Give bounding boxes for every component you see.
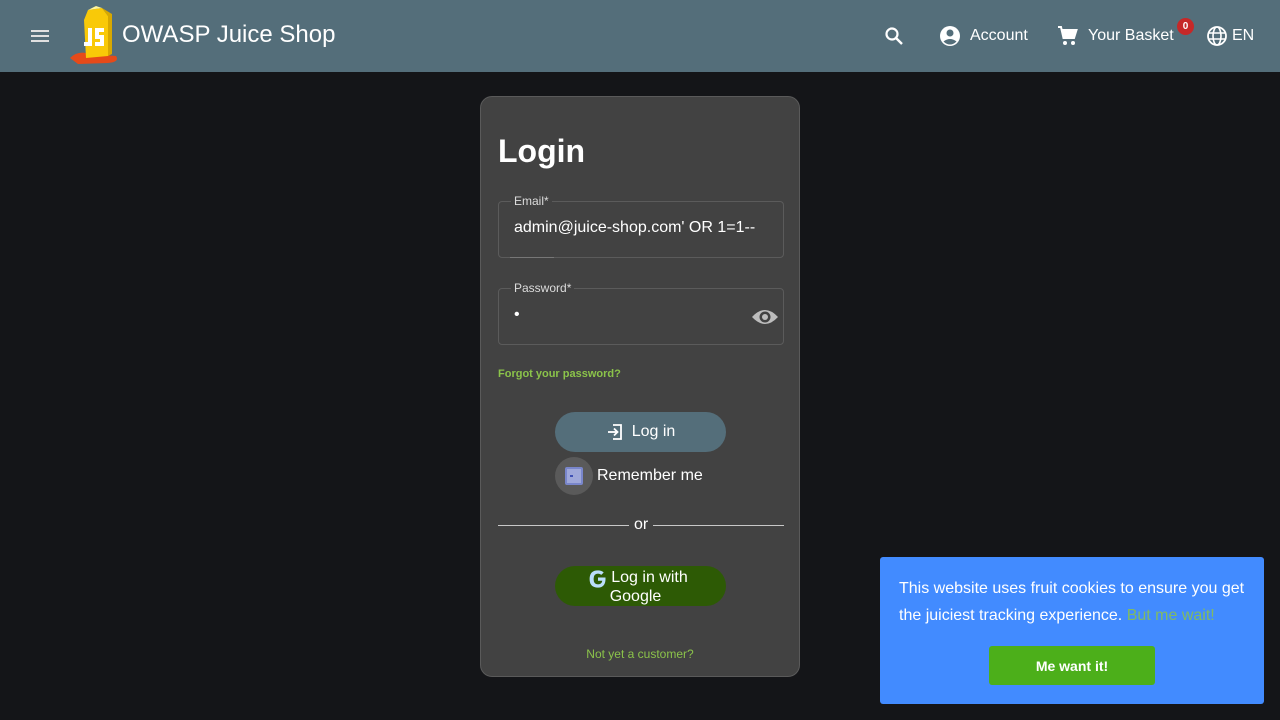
- login-button[interactable]: Log in: [555, 412, 726, 452]
- password-field[interactable]: Password* •: [498, 281, 784, 345]
- eye-icon: [752, 310, 778, 324]
- google-login-button[interactable]: Log in with Google: [555, 566, 726, 606]
- divider-text: or: [634, 516, 649, 533]
- basket-label: Your Basket: [1088, 27, 1174, 44]
- login-button-label: Log in: [631, 423, 676, 440]
- remember-me-checkbox[interactable]: Remember me: [555, 457, 703, 495]
- divider-line-left: [498, 525, 629, 526]
- app-title[interactable]: OWASP Juice Shop: [122, 21, 335, 49]
- cart-icon: [1058, 26, 1078, 45]
- remember-me-label: Remember me: [597, 467, 703, 484]
- account-label: Account: [970, 27, 1028, 44]
- google-login-label-line1: Log in with: [611, 569, 688, 586]
- google-login-label: Log in with Google: [555, 568, 726, 606]
- cookie-message-container: This website uses fruit cookies to ensur…: [899, 575, 1255, 629]
- menu-button[interactable]: [24, 20, 56, 52]
- email-field-underline: [510, 257, 554, 258]
- divider-line-right: [653, 525, 784, 526]
- basket-button[interactable]: Your Basket: [1056, 20, 1174, 52]
- login-icon: [607, 424, 622, 440]
- register-link[interactable]: Not yet a customer?: [481, 647, 799, 661]
- cookie-learn-more-link[interactable]: But me wait!: [1127, 607, 1215, 624]
- checkbox-box[interactable]: [565, 467, 583, 485]
- email-label: Email*: [511, 194, 552, 208]
- email-input[interactable]: [514, 219, 764, 237]
- account-button[interactable]: Account: [938, 20, 1028, 52]
- password-label: Password*: [511, 281, 575, 295]
- language-label: EN: [1232, 27, 1255, 44]
- or-divider: or: [498, 515, 784, 535]
- language-button[interactable]: EN: [1206, 20, 1254, 52]
- top-toolbar: OWASP Juice Shop Account Your Basket 0 E…: [0, 0, 1280, 72]
- account-circle-icon: [940, 26, 960, 46]
- google-login-label-line2: Google: [609, 588, 662, 605]
- login-card: Login Email* Password* • Forgot your pas…: [480, 96, 800, 677]
- checkbox-ripple: [555, 457, 593, 495]
- toggle-password-visibility-button[interactable]: [751, 303, 779, 331]
- search-button[interactable]: [880, 22, 908, 50]
- search-icon: [885, 27, 903, 45]
- cookie-accept-button[interactable]: Me want it!: [989, 646, 1155, 685]
- login-title: Login: [498, 133, 586, 169]
- password-input[interactable]: •: [514, 306, 764, 324]
- juice-shop-logo[interactable]: [68, 6, 122, 64]
- forgot-password-link[interactable]: Forgot your password?: [498, 368, 621, 380]
- cookie-consent-banner: This website uses fruit cookies to ensur…: [880, 557, 1264, 704]
- basket-count-badge: 0: [1177, 18, 1194, 35]
- email-field[interactable]: Email*: [498, 194, 784, 258]
- globe-icon: [1207, 26, 1227, 46]
- menu-icon: [31, 30, 49, 42]
